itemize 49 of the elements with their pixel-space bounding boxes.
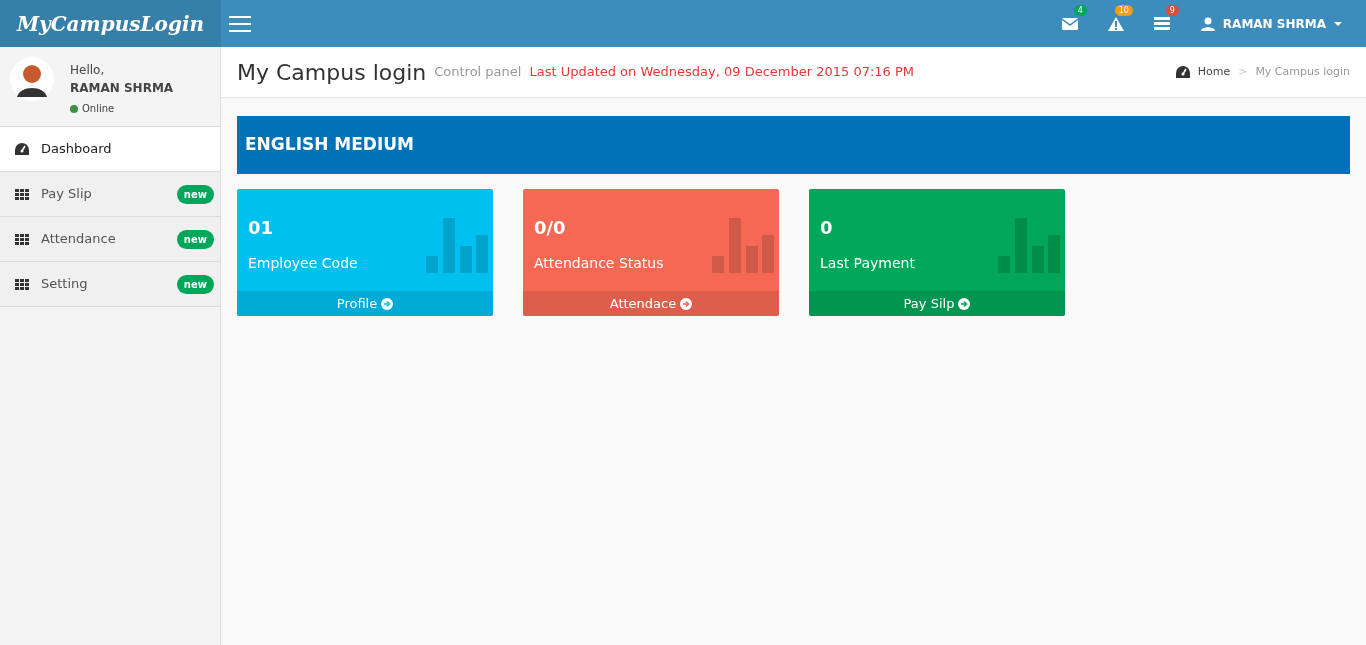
bar-chart-icon	[426, 218, 488, 273]
notification-count: 4	[1073, 4, 1087, 17]
new-label: new	[176, 274, 214, 294]
last-updated: Last Updated on Wednesday, 09 December 2015 07:16 PM	[529, 63, 915, 82]
tile-label: Attendance Status	[534, 254, 664, 273]
greeting: Hello,	[70, 62, 106, 79]
new-label: new	[176, 229, 214, 249]
list-icon	[1153, 17, 1170, 30]
tile-value: 01	[248, 216, 275, 240]
arrow-circle-icon	[958, 297, 971, 310]
sidebar-item[interactable]: Dashboard	[0, 127, 220, 172]
tile-label: Last Payment	[820, 254, 915, 273]
tile-link[interactable]: Pay Silp	[809, 291, 1065, 316]
sidebar-item[interactable]: Setting new	[0, 262, 220, 307]
logo[interactable]: MyCampusLogin	[0, 0, 221, 47]
notification-count: 10	[1114, 4, 1133, 17]
avatar-silhouette	[10, 57, 54, 101]
page-title: My Campus login	[237, 58, 427, 87]
warning-icon	[1107, 16, 1124, 31]
dashboard-icon	[15, 143, 29, 155]
tile-value: 0	[820, 216, 834, 240]
grid-icon	[15, 188, 29, 200]
status-dot	[70, 104, 78, 113]
envelope-icon	[1061, 17, 1078, 30]
status-text: Online	[82, 102, 115, 116]
menu-icon[interactable]	[229, 15, 251, 32]
tile-value: 0/0	[534, 216, 567, 240]
arrow-circle-icon	[680, 297, 693, 310]
tile-label: Employee Code	[248, 254, 358, 273]
user-icon	[1200, 16, 1215, 31]
bar-chart-icon	[712, 218, 774, 273]
section-header: ENGLISH MEDIUM	[237, 116, 1350, 174]
dashboard-icon	[1175, 66, 1190, 78]
tile-link[interactable]: Attendace	[523, 291, 779, 316]
notification-count: 9	[1165, 4, 1179, 17]
breadcrumb-link[interactable]: Home	[1197, 63, 1231, 81]
bar-chart-icon	[998, 218, 1060, 273]
breadcrumb-current: My Campus login	[1255, 63, 1350, 80]
breadcrumb-separator: >	[1238, 63, 1248, 80]
user-name: RAMAN SHRMA	[70, 80, 174, 97]
page-subtitle: Control panel	[434, 63, 522, 82]
arrow-circle-icon	[381, 297, 394, 310]
grid-icon	[15, 233, 29, 245]
sidebar-item[interactable]: Attendance new	[0, 217, 220, 262]
sidebar-item[interactable]: Pay Slip new	[0, 172, 220, 217]
grid-icon	[15, 278, 29, 290]
caret-icon	[1334, 21, 1342, 26]
new-label: new	[176, 184, 214, 204]
user-menu[interactable]: RAMAN SHRMA	[1200, 14, 1342, 33]
